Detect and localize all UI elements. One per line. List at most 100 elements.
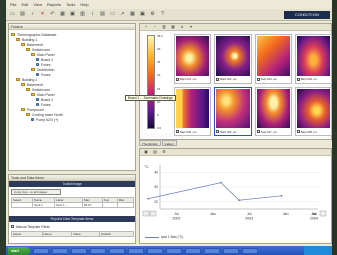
taskbar-item[interactable]: [109, 247, 125, 254]
folder-icon[interactable]: ▭: [109, 11, 116, 18]
taskbar-item[interactable]: [147, 247, 163, 254]
delete-icon[interactable]: ✕: [39, 11, 46, 18]
thumbnail-checkbox[interactable]: [256, 130, 260, 133]
taskbar-item[interactable]: [90, 247, 106, 254]
table-icon[interactable]: ▦: [129, 11, 136, 18]
folder-icon: [31, 68, 35, 71]
chart-nav-button: [142, 210, 150, 217]
thumbnail-checkbox[interactable]: [216, 77, 220, 81]
view-tabs: Thumbnails Gallery: [139, 140, 199, 146]
menu-reports[interactable]: Reports: [47, 2, 61, 7]
properties-icon[interactable]: ▦: [59, 11, 66, 18]
column-header[interactable]: Default: [99, 231, 134, 237]
scale-tick: 25: [157, 60, 161, 65]
manual-template-checkbox-row[interactable]: Manual Template Fields: [11, 224, 133, 229]
start-button[interactable]: start: [8, 246, 30, 255]
thumbnail-caption: Bapt 006 .pm: [216, 129, 249, 134]
thermal-thumbnail[interactable]: Bapt 007 .pm: [254, 86, 292, 136]
menu-tools[interactable]: Tools: [66, 2, 75, 7]
taskbar-item[interactable]: [71, 247, 87, 254]
x-tick-label: Jan: [210, 212, 216, 216]
thermal-thumbnail[interactable]: Bapt 005 .pm: [174, 86, 212, 136]
grid-icon[interactable]: ▦: [170, 24, 176, 30]
palette-icon[interactable]: ▥: [161, 24, 167, 30]
chart-settings-icon[interactable]: ⚙: [161, 149, 167, 155]
taskbar-item[interactable]: [204, 247, 220, 254]
chart-copy-icon[interactable]: ▤: [152, 149, 158, 155]
dropdown-icon[interactable]: ▾: [188, 24, 194, 30]
x-tick-year: 2003: [245, 217, 253, 221]
tree-item-label: Switchroom: [32, 47, 51, 52]
copy-to-all-button[interactable]: Copy from...to all images: [11, 189, 61, 195]
column-header[interactable]: Select: [11, 231, 43, 237]
thermal-image: [216, 36, 250, 76]
x-tick-label: Jan: [311, 212, 317, 216]
nav-left-icon[interactable]: ‹: [29, 11, 36, 18]
print-icon[interactable]: ▣: [69, 11, 76, 18]
table-row[interactable]: Spot 1 Spot 1 ... 65.07: [10, 202, 135, 208]
taskbar-item[interactable]: [52, 247, 68, 254]
new-icon[interactable]: ▭: [9, 11, 16, 18]
thermal-thumbnail[interactable]: Bapt 003 .pm: [254, 34, 292, 84]
thumbnail-checkbox[interactable]: [296, 130, 300, 133]
open-icon[interactable]: ▤: [19, 11, 26, 18]
trend-chart-panel: ▣ ▤ ⚙ °C 40 30 20 Jul 2002 Jan Jul 2003 Jan Jul 200…: [139, 148, 332, 244]
manual-template-checkbox[interactable]: [11, 225, 14, 228]
thermal-thumbnail[interactable]: Bapt 004 .pm: [294, 34, 332, 84]
taskbar-item[interactable]: [33, 247, 49, 254]
thermal-thumbnail[interactable]: Bapt 008 .pm: [294, 86, 332, 136]
tree-item-label: Main Panel: [37, 92, 55, 97]
column-header[interactable]: Name: [41, 231, 73, 237]
thumbnail-checkbox[interactable]: [176, 130, 179, 133]
info-icon[interactable]: ⅰ: [89, 11, 96, 18]
tab-gallery[interactable]: Gallery: [161, 140, 178, 146]
tree-item-label: Distribution: [37, 67, 55, 72]
table-cell: Spot 1: [32, 202, 55, 208]
tree-item-label: Board 1: [41, 97, 54, 102]
report-icon[interactable]: ▤: [99, 11, 106, 18]
taskbar-item[interactable]: [223, 247, 239, 254]
image-icon[interactable]: ▣: [139, 11, 146, 18]
menu-help[interactable]: Help: [80, 2, 88, 7]
thermal-thumbnail[interactable]: Bapt 001 .pm: [174, 34, 212, 84]
data-point: [238, 199, 241, 202]
zoom-out-icon[interactable]: −: [152, 24, 158, 30]
menu-file[interactable]: File: [10, 2, 16, 7]
thumbnail-label: Bapt 008 .pm: [300, 129, 318, 134]
thumbnail-panel: + − ▥ ▦ A ▾ 35.0 30 25 20 15 10 5 0.0 Bapt 001 …: [139, 23, 332, 140]
thumbnail-label: Bapt 001 .pm: [180, 77, 197, 81]
chart-print-icon[interactable]: ▣: [143, 149, 149, 155]
thumbnail-caption: Bapt 008 .pm: [296, 129, 330, 134]
chart-icon[interactable]: ↗: [119, 11, 126, 18]
thermal-thumbnail[interactable]: Bapt 006 .pm: [214, 86, 252, 136]
taskbar-item[interactable]: [242, 247, 258, 254]
point-icon: [36, 73, 39, 76]
tooltip: Board 1 ... Schematic Drawings: [125, 95, 176, 101]
column-header[interactable]: Value: [71, 231, 101, 237]
menu-bar: File Edit View Reports Tools Help: [6, 0, 332, 9]
taskbar-item[interactable]: [185, 247, 201, 254]
tree-item-label: Pumproom: [27, 107, 45, 112]
thumbnail-checkbox[interactable]: [296, 77, 300, 81]
taskbar-item[interactable]: [166, 247, 182, 254]
thumbnail-grid: Bapt 001 .pm Bapt 002 .pm Bapt 003 .pm Bapt…: [174, 34, 332, 136]
thumbnail-checkbox[interactable]: [256, 77, 260, 81]
tree-item[interactable]: Pump #2/3 (+): [11, 117, 133, 122]
thermal-thumbnail[interactable]: Bapt 002 .pm: [214, 34, 252, 84]
menu-view[interactable]: View: [33, 2, 42, 7]
undo-icon[interactable]: ↶: [49, 11, 56, 18]
folder-icon: [16, 78, 20, 81]
taskbar-item[interactable]: [128, 247, 144, 254]
thumbnail-checkbox[interactable]: [176, 77, 179, 81]
tab-thumbnails[interactable]: Thumbnails: [139, 140, 161, 146]
text-icon[interactable]: A: [179, 24, 185, 30]
help-icon[interactable]: ?: [159, 11, 166, 18]
thumbnail-checkbox[interactable]: [216, 130, 220, 133]
view-icon[interactable]: ▥: [79, 11, 86, 18]
menu-edit[interactable]: Edit: [21, 2, 28, 7]
settings-icon[interactable]: ⚙: [149, 11, 156, 18]
tree-item-label: Board 1: [41, 57, 54, 62]
scale-tick: 5: [157, 112, 159, 117]
zoom-in-icon[interactable]: +: [143, 24, 149, 30]
folder-icon: [26, 113, 30, 116]
